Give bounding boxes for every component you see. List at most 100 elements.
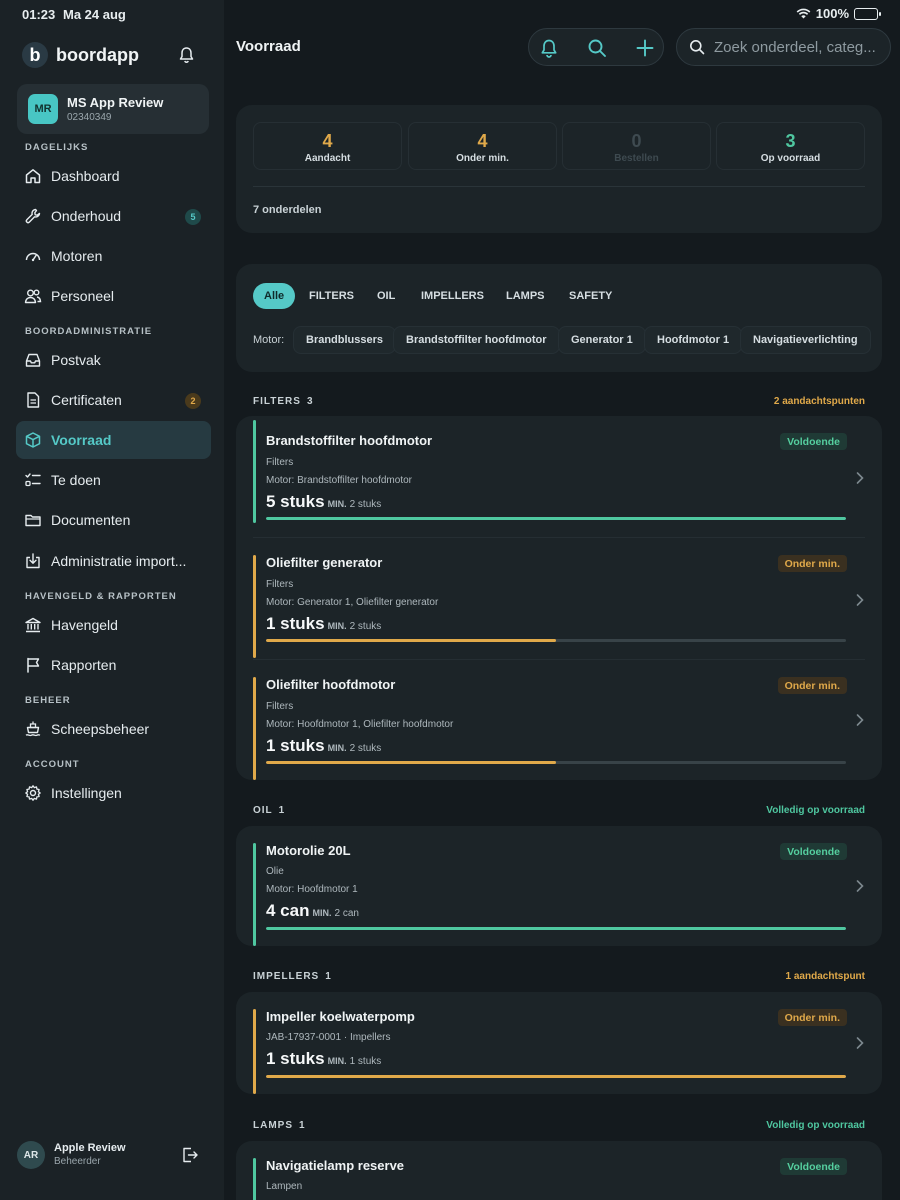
search-box xyxy=(676,28,891,66)
motor-filter-label: Motor: xyxy=(253,334,285,346)
status-stripe xyxy=(253,1009,256,1094)
sidebar-item-label: Onderhoud xyxy=(51,208,122,224)
bell-icon[interactable] xyxy=(178,46,195,64)
list-item[interactable]: Oliefilter hoofdmotor Filters Motor: Hoo… xyxy=(253,660,865,781)
user-avatar[interactable]: AR xyxy=(17,1141,45,1169)
stock-progress xyxy=(266,639,846,642)
status-badge: Onder min. xyxy=(777,555,847,572)
motor-chip-brandstoffilter[interactable]: Brandstoffilter hoofdmotor xyxy=(393,326,560,354)
filter-chip-impellers[interactable]: IMPELLERS xyxy=(410,283,495,309)
chevron-right-icon xyxy=(856,714,864,726)
sidebar-item-havengeld[interactable]: Havengeld xyxy=(16,606,211,644)
sidebar-item-label: Motoren xyxy=(51,248,103,264)
section-note-impellers: 1 aandachtspunt xyxy=(785,971,865,982)
search-button[interactable] xyxy=(587,38,607,58)
stat-onder-min[interactable]: 4 Onder min. xyxy=(408,122,557,170)
add-button[interactable] xyxy=(635,38,655,58)
filter-chip-lamps[interactable]: LAMPS xyxy=(495,283,556,309)
brand[interactable]: b boordapp xyxy=(22,42,139,68)
search-input[interactable] xyxy=(714,37,884,57)
sidebar-item-dashboard[interactable]: Dashboard xyxy=(16,157,211,195)
sidebar-item-administratie-import[interactable]: Administratie import... xyxy=(16,542,211,580)
status-badge: Voldoende xyxy=(780,1158,847,1175)
sidebar-item-onderhoud[interactable]: Onderhoud 5 xyxy=(16,197,211,235)
motor-chip-brandblussers[interactable]: Brandblussers xyxy=(293,326,397,354)
item-quantity: 1 stuks MIN. 1 stuks xyxy=(266,1049,382,1068)
section-title-filters: FILTERS 3 xyxy=(253,396,314,407)
battery-percent: 100% xyxy=(815,6,849,21)
sidebar-item-personeel[interactable]: Personeel xyxy=(16,277,211,315)
motor-chip-hoofdmotor[interactable]: Hoofdmotor 1 xyxy=(644,326,743,354)
parts-count: 7 onderdelen xyxy=(253,204,322,216)
flag-icon xyxy=(27,657,40,673)
list-item[interactable]: Navigatielamp reserve Lampen Voldoende xyxy=(253,1141,865,1200)
stock-progress xyxy=(266,927,846,930)
nav-section-daily: DAGELIJKS xyxy=(25,142,89,153)
bank-icon xyxy=(25,617,41,633)
sidebar-item-label: Certificaten xyxy=(51,392,122,408)
sidebar-item-motoren[interactable]: Motoren xyxy=(16,237,211,275)
nav-section-manage: BEHEER xyxy=(25,695,71,706)
section-note-filters: 2 aandachtspunten xyxy=(773,396,865,407)
status-stripe xyxy=(253,420,256,523)
item-motor: Motor: Hoofdmotor 1 xyxy=(266,884,358,895)
list-item[interactable]: Oliefilter generator Filters Motor: Gene… xyxy=(253,538,865,659)
stat-label: Bestellen xyxy=(614,153,659,164)
filter-chip-alle[interactable]: Alle xyxy=(253,283,296,309)
item-name: Oliefilter hoofdmotor xyxy=(266,677,396,692)
section-count: 1 xyxy=(278,805,286,816)
checklist-icon xyxy=(25,473,41,487)
item-category: Filters xyxy=(266,579,294,590)
filter-chip-oil[interactable]: OIL xyxy=(366,283,406,309)
status-stripe xyxy=(253,843,256,946)
stat-aandacht[interactable]: 4 Aandacht xyxy=(253,122,402,170)
import-icon xyxy=(26,553,40,569)
section-title-impellers: IMPELLERS 1 xyxy=(253,971,332,982)
logout-icon[interactable] xyxy=(181,1146,199,1164)
account-name: MS App Review xyxy=(67,95,164,110)
sidebar-item-postvak[interactable]: Postvak xyxy=(16,341,211,379)
gauge-icon xyxy=(25,252,41,262)
section-title-oil: OIL 1 xyxy=(253,805,286,816)
item-category: Olie xyxy=(266,866,284,877)
filter-chip-safety[interactable]: SAFETY xyxy=(558,283,623,309)
section-note-lamps: Volledig op voorraad xyxy=(766,1120,865,1131)
filter-chip-filters[interactable]: FILTERS xyxy=(298,283,365,309)
sidebar-item-rapporten[interactable]: Rapporten xyxy=(16,646,211,684)
item-name: Brandstoffilter hoofdmotor xyxy=(266,433,433,448)
sidebar-item-instellingen[interactable]: Instellingen xyxy=(16,774,211,812)
inbox-icon xyxy=(25,353,41,367)
motor-chip-navigatieverlichting[interactable]: Navigatieverlichting xyxy=(740,326,871,354)
status-badge: Voldoende xyxy=(780,433,847,450)
motor-chip-generator[interactable]: Generator 1 xyxy=(558,326,646,354)
gear-icon xyxy=(25,785,41,801)
item-quantity: 5 stuks MIN. 2 stuks xyxy=(266,492,382,511)
list-item[interactable]: Motorolie 20L Olie Motor: Hoofdmotor 1 4… xyxy=(253,826,865,946)
item-category: Lampen xyxy=(266,1181,303,1192)
stat-label: Onder min. xyxy=(456,153,509,164)
sidebar-item-label: Voorraad xyxy=(51,432,112,448)
stat-label: Op voorraad xyxy=(760,153,821,164)
sidebar-item-label: Postvak xyxy=(51,352,101,368)
sidebar-item-scheepsbeheer[interactable]: Scheepsbeheer xyxy=(16,710,211,748)
stat-op-voorraad[interactable]: 3 Op voorraad xyxy=(716,122,865,170)
section-title-lamps: LAMPS 1 xyxy=(253,1120,306,1131)
sidebar-item-label: Documenten xyxy=(51,512,131,528)
sidebar-item-certificaten[interactable]: Certificaten 2 xyxy=(16,381,211,419)
list-item[interactable]: Impeller koelwaterpomp JAB-17937-0001 · … xyxy=(253,992,865,1094)
status-badge: Onder min. xyxy=(777,677,847,694)
home-icon xyxy=(25,169,41,184)
wrench-icon xyxy=(25,208,41,224)
sidebar-item-te-doen[interactable]: Te doen xyxy=(16,461,211,499)
account-card[interactable]: MR MS App Review 02340349 xyxy=(17,84,209,134)
stats-divider xyxy=(253,186,865,187)
filter-card xyxy=(236,264,882,372)
sidebar-item-documenten[interactable]: Documenten xyxy=(16,501,211,539)
user-name: Apple Review xyxy=(54,1142,126,1154)
page-title: Voorraad xyxy=(236,38,301,55)
box-icon xyxy=(25,432,41,448)
sidebar-item-voorraad[interactable]: Voorraad xyxy=(16,421,211,459)
stat-bestellen[interactable]: 0 Bestellen xyxy=(562,122,711,170)
notifications-button[interactable] xyxy=(539,38,559,58)
list-item[interactable]: Brandstoffilter hoofdmotor Filters Motor… xyxy=(253,416,865,537)
